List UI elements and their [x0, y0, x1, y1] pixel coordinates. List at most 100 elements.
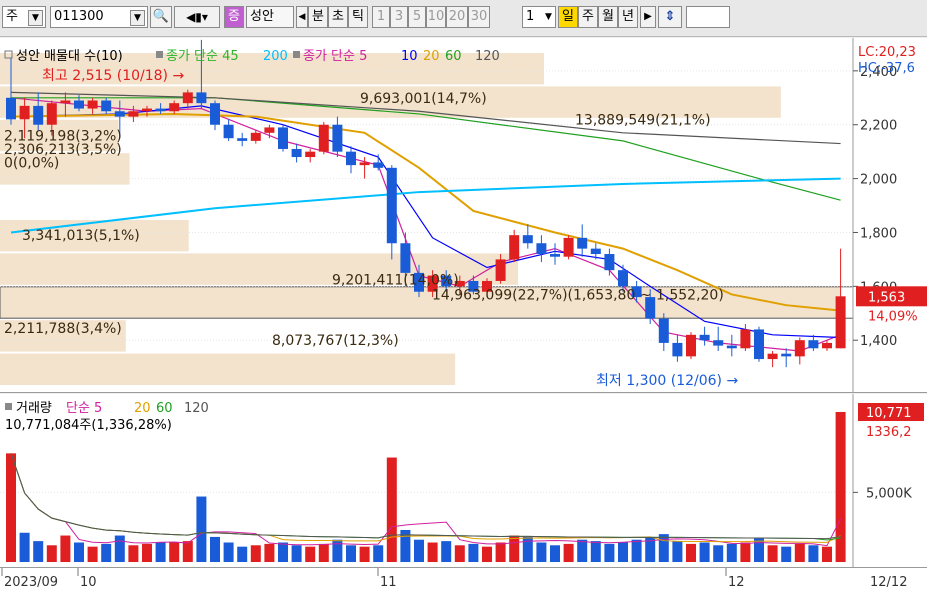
- volume-profile-label: 3,341,013(5,1%): [22, 228, 140, 244]
- num-btn-10[interactable]: 10: [426, 6, 446, 28]
- volume-profile-label: 9,693,001(14,7%): [360, 91, 487, 107]
- volume-ma-line-5: [10, 453, 842, 547]
- low-annotation: 최저 1,300 (12/06) →: [596, 373, 738, 389]
- volume-bar: [386, 457, 397, 562]
- volume-bar: [6, 453, 16, 562]
- code-input[interactable]: 011300 ▼: [50, 6, 148, 28]
- volume-bar: [305, 546, 316, 562]
- volume-bar: [169, 542, 180, 562]
- legend-item: 종가 단순 45: [166, 49, 239, 64]
- volume-bar: [495, 542, 506, 562]
- num-btn-30[interactable]: 30: [468, 6, 490, 28]
- period-minute[interactable]: 분: [308, 6, 328, 28]
- status-badge: 증: [224, 6, 244, 28]
- legend-item: 성안 매물대 수(10): [16, 49, 123, 64]
- candle-body: [74, 100, 84, 109]
- volume-bar: [346, 545, 356, 562]
- volume-bar: [359, 546, 370, 562]
- candle-body: [87, 100, 98, 109]
- volume-profile-label: 9,201,411(14,0%): [332, 273, 459, 289]
- period-tick[interactable]: 틱: [348, 6, 368, 28]
- period-year[interactable]: 년: [618, 6, 638, 28]
- num-btn-20[interactable]: 20: [446, 6, 468, 28]
- x-tick-label: 10: [80, 575, 97, 590]
- volume-box-pct: 1336,2: [866, 425, 912, 440]
- price-chart-pane[interactable]: 9,693,001(14,7%) 13,889,549(21,1%) 2,119,1…: [0, 38, 927, 393]
- volume-bar: [740, 542, 751, 562]
- period-second[interactable]: 초: [328, 6, 348, 28]
- candle-body: [128, 111, 139, 117]
- volume-bar: [278, 542, 288, 562]
- high-annotation: 최고 2,515 (10/18) →: [42, 68, 184, 84]
- volume-bar: [291, 545, 302, 562]
- sound-button[interactable]: ◀▮▾: [174, 6, 220, 28]
- num-btn-5[interactable]: 5: [408, 6, 426, 28]
- legend-item: 단순 5: [66, 401, 102, 416]
- candle-body: [142, 108, 152, 112]
- volume-bar: [781, 546, 792, 562]
- volume-bar: [250, 545, 261, 562]
- candle-body: [400, 243, 411, 273]
- candle-body: [359, 162, 370, 166]
- legend-item: 200: [263, 49, 288, 64]
- period-month[interactable]: 월: [598, 6, 618, 28]
- candle-body: [210, 103, 220, 125]
- sort-icon[interactable]: ⇕: [658, 6, 682, 28]
- volume-profile-bar: [0, 353, 456, 385]
- volume-bar: [726, 543, 737, 562]
- market-select[interactable]: 주 ▼: [2, 6, 46, 28]
- legend-item: 120: [475, 49, 500, 64]
- period-week[interactable]: 주: [578, 6, 598, 28]
- search-button[interactable]: 🔍: [150, 6, 172, 28]
- candle-body: [563, 237, 574, 257]
- market-value: 주: [6, 9, 18, 24]
- candle-body: [114, 111, 125, 117]
- candle-body: [781, 353, 792, 357]
- count-select[interactable]: 1 ▼: [522, 6, 556, 28]
- volume-bar: [441, 541, 452, 562]
- volume-profile-label: 14,963,099(22,7%)(1,653,80 ~ 1,552,20): [432, 287, 724, 303]
- volume-value-text: 10,771,084주(1,336,28%): [5, 418, 172, 433]
- volume-bar: [414, 539, 424, 562]
- candle-body: [699, 334, 710, 341]
- volume-bar: [33, 541, 44, 562]
- legend-item: 10: [401, 49, 418, 64]
- hc-text: HC:-37,6: [858, 61, 915, 76]
- volume-bar: [155, 542, 166, 562]
- y-tick-label: 1,800: [860, 226, 897, 241]
- candle-body: [522, 235, 533, 244]
- next-arrow-icon[interactable]: ▶: [640, 6, 656, 28]
- volume-bar: [468, 543, 479, 562]
- volume-bar: [128, 545, 139, 562]
- lc-text: LC:20,23: [858, 45, 916, 60]
- chevron-down-icon[interactable]: ▼: [543, 10, 554, 24]
- price-chart[interactable]: 9,693,001(14,7%)13,889,549(21,1%)2,119,1…: [0, 38, 927, 392]
- volume-bar: [658, 534, 669, 562]
- period-day[interactable]: 일: [558, 6, 578, 28]
- candle-body: [33, 105, 44, 125]
- stock-name: 성안: [246, 6, 294, 28]
- chevron-down-icon[interactable]: ▼: [130, 10, 145, 26]
- candle-body: [19, 105, 30, 120]
- volume-bar: [223, 542, 234, 562]
- candle-body: [754, 329, 764, 360]
- volume-chart[interactable]: 5,000K 거래량 단순 5 20 60 120 10,771,084주(1,336,2…: [0, 394, 927, 567]
- num-btn-3[interactable]: 3: [390, 6, 408, 28]
- candle-body: [726, 345, 737, 349]
- x-axis-svg: 2023/09 10 11 12 12/12: [1, 568, 907, 590]
- volume-chart-pane[interactable]: 5,000K 거래량 단순 5 20 60 120 10,771,084주(1,336,2…: [0, 394, 927, 567]
- volume-profile-label: 0(0,0%): [4, 155, 59, 171]
- candle-body: [318, 124, 329, 152]
- change-pct-text: 14,09%: [868, 309, 918, 324]
- legend-item: 20: [134, 401, 151, 416]
- volume-bar: [196, 496, 207, 562]
- volume-profile-label: 2,211,788(3,4%): [4, 321, 122, 337]
- chevron-down-icon[interactable]: ▼: [28, 10, 43, 26]
- num-btn-1[interactable]: 1: [372, 6, 390, 28]
- legend-item: 종가 단순 5: [303, 49, 367, 64]
- legend-item: 거래량: [16, 401, 52, 416]
- last-date-label: 12/12: [870, 575, 907, 590]
- prev-arrow-icon[interactable]: ◀: [296, 6, 308, 28]
- volume-ma-line-120: [10, 453, 841, 540]
- blank-input[interactable]: [686, 6, 730, 28]
